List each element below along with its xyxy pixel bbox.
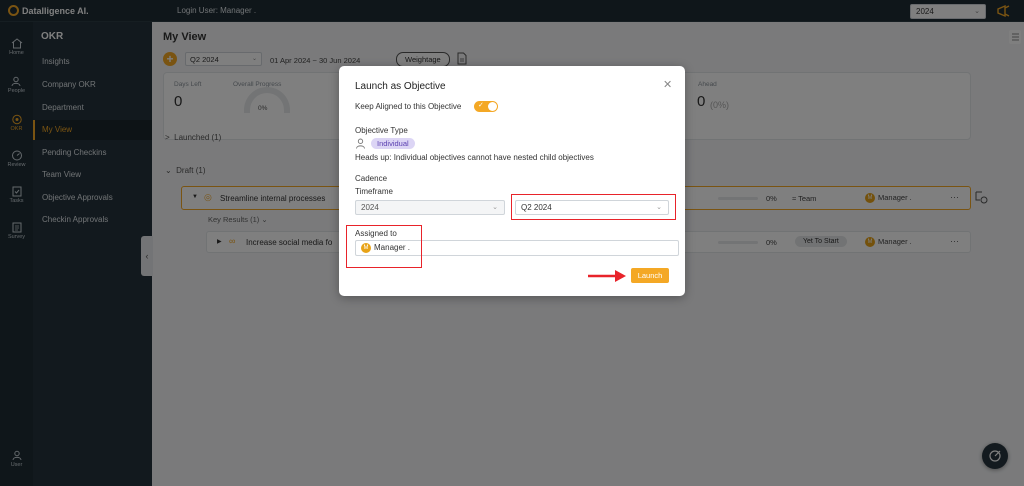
objective-type-label: Objective Type: [355, 126, 408, 135]
quarter-highlight-box: [511, 194, 676, 220]
keep-aligned-label: Keep Aligned to this Objective: [355, 102, 462, 111]
check-icon: ✓: [478, 102, 484, 109]
modal-title: Launch as Objective: [355, 81, 446, 92]
assignee-highlight-box: [346, 225, 422, 268]
close-icon[interactable]: ✕: [663, 78, 672, 91]
app-root: Datalligence AI. Login User: Manager . 2…: [0, 0, 1024, 486]
launch-objective-modal: Launch as Objective ✕ Keep Aligned to th…: [339, 66, 685, 296]
objective-type-chip[interactable]: Individual: [371, 138, 415, 149]
keep-aligned-toggle[interactable]: ✓: [474, 101, 498, 112]
year-select-field[interactable]: 2024 ⌄: [355, 200, 505, 215]
red-arrow-icon: [588, 270, 626, 282]
chevron-down-icon: ⌄: [492, 204, 498, 211]
cadence-label: Cadence: [355, 174, 388, 183]
timeframe-label: Timeframe: [355, 187, 393, 196]
year-select-field-value: 2024: [361, 203, 379, 212]
user-icon: [356, 138, 365, 149]
heads-up-text: Heads up: Individual objectives cannot h…: [355, 153, 594, 162]
launch-button[interactable]: Launch: [631, 268, 669, 283]
